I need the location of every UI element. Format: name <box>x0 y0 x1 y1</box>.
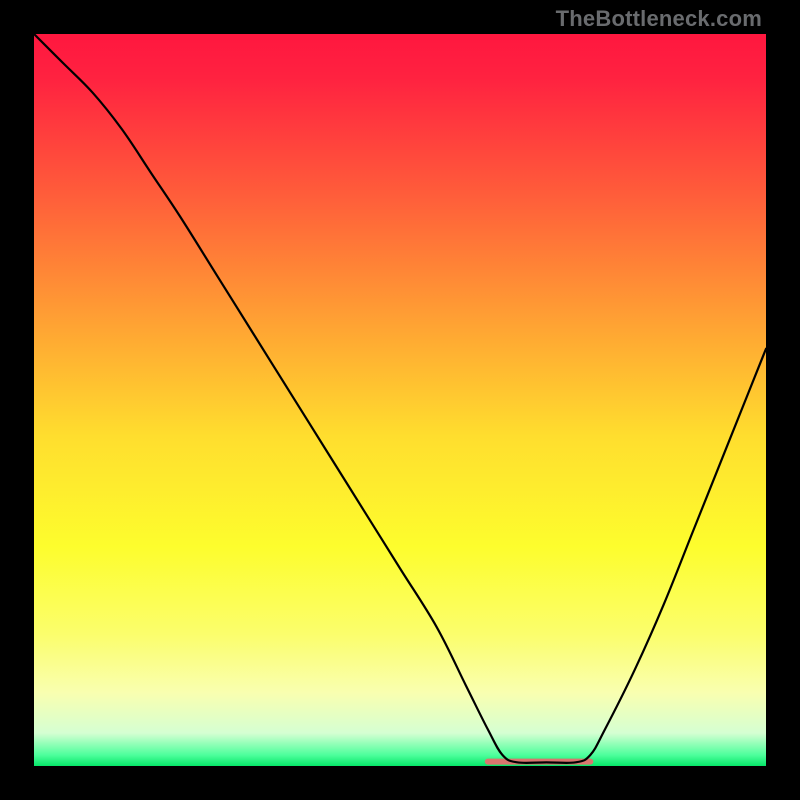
chart-background <box>34 34 766 766</box>
chart-frame <box>34 34 766 766</box>
chart-svg <box>34 34 766 766</box>
watermark-text: TheBottleneck.com <box>556 6 762 32</box>
